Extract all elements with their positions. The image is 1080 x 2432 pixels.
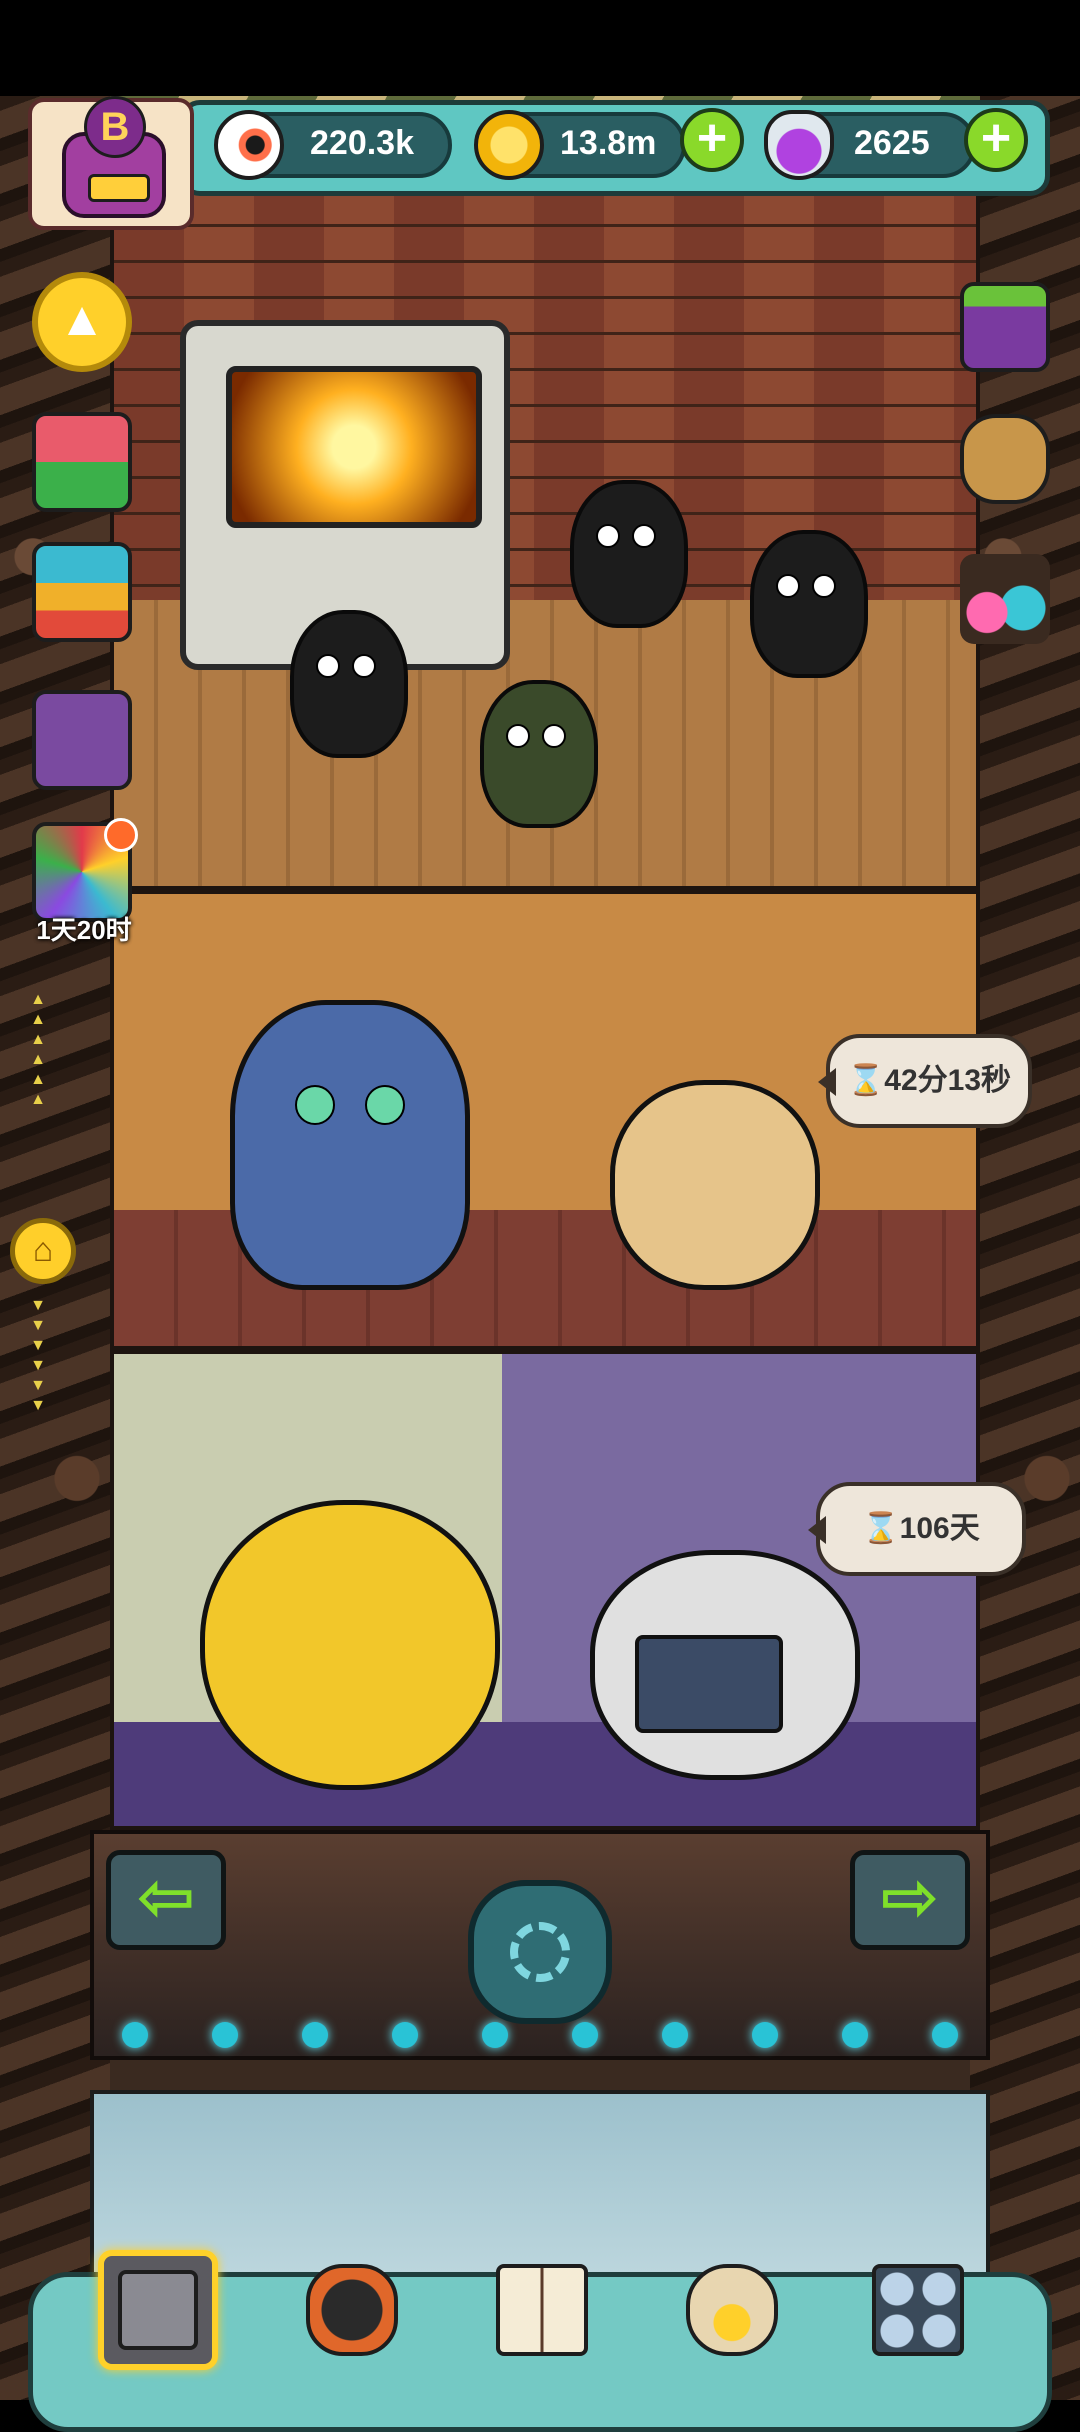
coin-value: 13.8m: [560, 124, 657, 162]
player-avatar-badge[interactable]: B: [28, 96, 194, 230]
book-icon: [496, 2264, 588, 2356]
home-floor-button[interactable]: ⌂: [10, 1218, 76, 1284]
flame-monster-icon: [306, 2264, 398, 2356]
monsters-tab[interactable]: [292, 2250, 412, 2370]
scroll-up-indicator: ▲ ▲ ▲ ▲ ▲ ▲: [30, 991, 46, 1108]
coin-icon: [474, 110, 544, 180]
present-pack-icon[interactable]: [32, 542, 132, 642]
scroll-down-indicator: ▼ ▼ ▼ ▼ ▼ ▼: [30, 1297, 46, 1414]
coin-bag-icon: [686, 2264, 778, 2356]
book-tab[interactable]: [482, 2250, 602, 2370]
rank-letter: B: [84, 96, 146, 158]
notification-dot: [104, 818, 138, 852]
grid-menu-icon: [872, 2264, 964, 2356]
eyeball-icon: [214, 110, 284, 180]
room3-timer: 106天: [899, 1512, 980, 1545]
add-potions-button[interactable]: +: [964, 108, 1028, 172]
event-timer: 1天20时: [36, 915, 132, 945]
room2-timer: 42分13秒: [884, 1064, 1012, 1097]
hourglass-icon: ⌛: [846, 1064, 885, 1097]
minion-creature-1[interactable]: [290, 610, 408, 758]
elevator-center-knob[interactable]: [468, 1880, 612, 2024]
room2-timer-bubble[interactable]: ⌛42分13秒: [818, 1034, 1032, 1128]
next-floor-arrow[interactable]: ⇨: [850, 1850, 970, 1950]
prev-floor-arrow[interactable]: ⇦: [106, 1850, 226, 1950]
minion-creature-3[interactable]: [570, 480, 688, 628]
backpack-icon[interactable]: [960, 414, 1050, 504]
coin-counter[interactable]: 13.8m: [474, 110, 686, 180]
minion-creature-2[interactable]: [480, 680, 598, 828]
mushroom-eyes-icon[interactable]: [960, 554, 1050, 644]
card-pack-icon[interactable]: [32, 690, 132, 790]
gift-box-icon[interactable]: [32, 412, 132, 512]
video-ad-icon[interactable]: [960, 282, 1050, 372]
portal-screen: [226, 366, 482, 528]
potion-counter[interactable]: 2625: [764, 110, 976, 180]
steampunk-bird-monster[interactable]: [590, 1550, 860, 1780]
add-coins-button[interactable]: +: [680, 108, 744, 172]
tower-tab[interactable]: [98, 2250, 218, 2370]
golden-chick-monster[interactable]: [200, 1500, 500, 1790]
scroll-up-button[interactable]: ▲: [32, 272, 132, 372]
hourglass-icon: ⌛: [862, 1512, 900, 1545]
eyeball-counter[interactable]: 220.3k: [214, 110, 452, 180]
eyeball-value: 220.3k: [310, 124, 414, 162]
minion-creature-4[interactable]: [750, 530, 868, 678]
robot-cat-monster[interactable]: [230, 1000, 470, 1290]
penguin-knight-monster[interactable]: [610, 1080, 820, 1290]
menu-tab[interactable]: [858, 2250, 978, 2370]
potion-icon: [764, 110, 834, 180]
potion-value: 2625: [854, 124, 930, 162]
tower-icon: [118, 2270, 198, 2350]
shop-tab[interactable]: [672, 2250, 792, 2370]
room3-timer-bubble[interactable]: ⌛106天: [808, 1482, 1026, 1576]
